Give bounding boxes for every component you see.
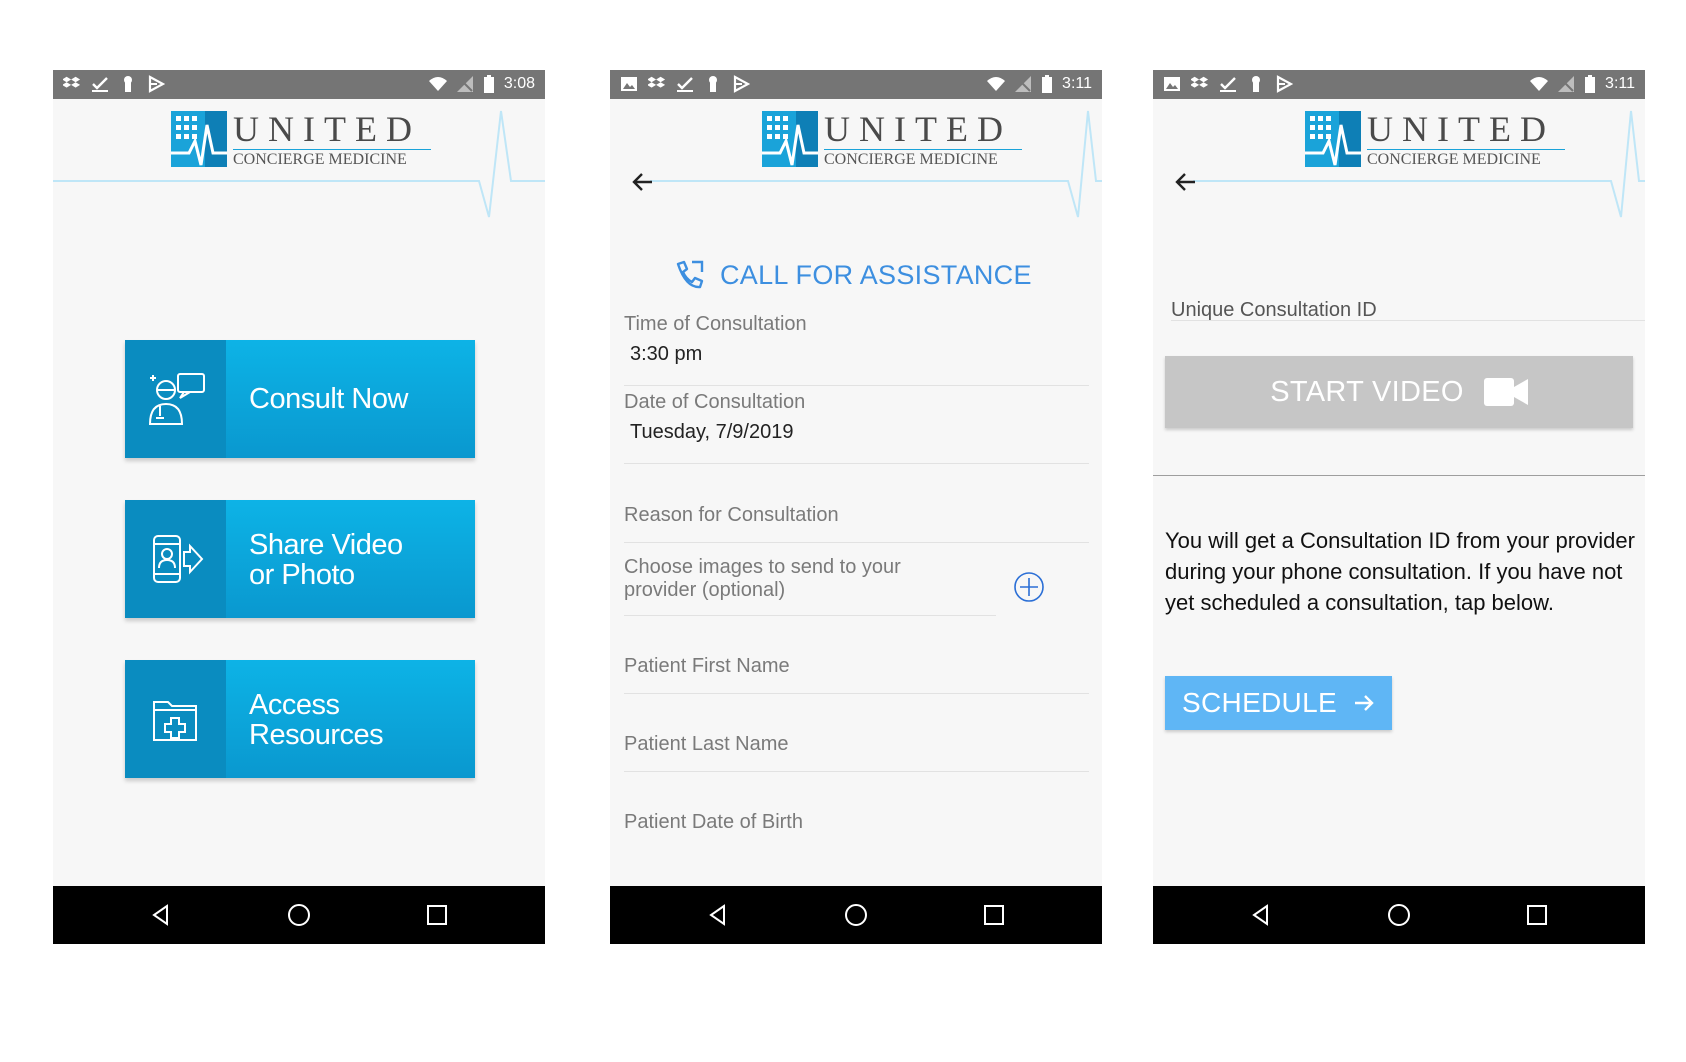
share-video-label: Share Video or Photo (249, 529, 403, 591)
keyhole-icon (124, 76, 132, 92)
choose-images-field[interactable]: Choose images to send to your provider (… (624, 556, 901, 602)
phone-video-share-icon (153, 535, 204, 583)
checklist-icon (92, 77, 108, 92)
dropbox-icon (63, 76, 81, 88)
no-signal-icon (1558, 76, 1575, 92)
section-divider (1153, 475, 1645, 476)
logo-mark (171, 111, 227, 167)
images-field-underline (624, 615, 996, 616)
phone-screen-home: 3:08 UNITED CONCIERGE MEDICINE Consult N… (53, 70, 545, 944)
status-time: 3:11 (1605, 75, 1635, 92)
patient-first-name-field[interactable]: Patient First Name (624, 654, 790, 678)
patient-last-name-field[interactable]: Patient Last Name (624, 732, 789, 756)
back-nav-icon[interactable] (706, 903, 730, 927)
medical-folder-icon (153, 701, 197, 741)
consult-now-label: Consult Now (249, 383, 408, 415)
play-store-icon (1276, 75, 1293, 93)
battery-icon (1042, 75, 1053, 93)
brand-subtitle: CONCIERGE MEDICINE (233, 151, 407, 168)
date-of-consultation-value[interactable]: Tuesday, 7/9/2019 (630, 420, 793, 444)
consult-now-button[interactable]: Consult Now (125, 340, 475, 458)
schedule-button[interactable]: SCHEDULE (1165, 676, 1392, 730)
keyhole-icon (1252, 76, 1260, 92)
wifi-icon (1530, 77, 1549, 91)
back-arrow-icon[interactable] (1173, 169, 1199, 195)
back-arrow-icon[interactable] (630, 169, 656, 195)
image-icon (621, 77, 637, 91)
reason-for-consultation-field[interactable]: Reason for Consultation (624, 503, 839, 527)
date-field-underline (624, 463, 1089, 464)
android-nav-bar (610, 886, 1102, 944)
schedule-label: SCHEDULE (1182, 687, 1337, 718)
no-signal-icon (456, 76, 473, 92)
start-video-button[interactable]: START VIDEO (1165, 356, 1633, 428)
consultation-id-field[interactable]: Unique Consultation ID (1171, 298, 1377, 322)
call-for-assistance-link[interactable]: CALL FOR ASSISTANCE (672, 258, 1032, 292)
status-bar: 3:08 (53, 70, 545, 99)
brand-header: UNITED CONCIERGE MEDICINE (610, 99, 1102, 229)
arrow-right-icon (1354, 695, 1374, 711)
home-nav-icon[interactable] (1387, 903, 1411, 927)
android-nav-bar (1153, 886, 1645, 944)
play-store-icon (733, 75, 750, 93)
play-store-icon (148, 75, 165, 93)
time-field-underline (624, 385, 1089, 386)
home-nav-icon[interactable] (844, 903, 868, 927)
recents-nav-icon[interactable] (1525, 903, 1549, 927)
status-time: 3:11 (1062, 75, 1092, 92)
back-nav-icon[interactable] (1249, 903, 1273, 927)
add-image-icon[interactable] (1013, 571, 1045, 603)
logo-mark (762, 111, 818, 167)
access-resources-label: Access Resources (249, 689, 384, 751)
status-bar: 3:11 (610, 70, 1102, 99)
dropbox-icon (648, 76, 666, 88)
status-bar: 3:11 (1153, 70, 1645, 99)
time-of-consultation-value[interactable]: 3:30 pm (630, 342, 702, 366)
brand-subtitle: CONCIERGE MEDICINE (1367, 151, 1541, 168)
brand-header: UNITED CONCIERGE MEDICINE (1153, 99, 1645, 229)
brand-title: UNITED (1367, 109, 1555, 149)
call-for-assistance-label: CALL FOR ASSISTANCE (720, 260, 1032, 290)
phone-screen-start-video: 3:11 UNITED CONCIERGE MEDICINE Unique Co… (1153, 70, 1645, 944)
patient-dob-field[interactable]: Patient Date of Birth (624, 810, 803, 834)
battery-icon (1585, 75, 1596, 93)
time-of-consultation-label: Time of Consultation (624, 313, 807, 335)
checklist-icon (677, 77, 693, 92)
access-resources-button[interactable]: Access Resources (125, 660, 475, 778)
recents-nav-icon[interactable] (425, 903, 449, 927)
brand-subtitle: CONCIERGE MEDICINE (824, 151, 998, 168)
share-video-button[interactable]: Share Video or Photo (125, 500, 475, 618)
first-name-underline (624, 693, 1089, 694)
no-signal-icon (1015, 76, 1032, 92)
wifi-icon (987, 77, 1006, 91)
dropbox-icon (1191, 76, 1209, 88)
phone-call-icon (676, 260, 704, 289)
back-nav-icon[interactable] (149, 903, 173, 927)
start-video-label: START VIDEO (1270, 375, 1464, 408)
phone-screen-call-form: 3:11 UNITED CONCIERGE MEDICINE CALL FOR … (610, 70, 1102, 944)
battery-icon (483, 75, 494, 93)
reason-field-underline (624, 542, 1089, 543)
brand-title: UNITED (824, 109, 1012, 149)
brand-title: UNITED (233, 109, 421, 149)
doctor-chat-icon (148, 373, 205, 425)
keyhole-icon (709, 76, 717, 92)
image-icon (1164, 77, 1180, 91)
status-time: 3:08 (503, 75, 535, 92)
date-of-consultation-label: Date of Consultation (624, 391, 806, 413)
consultation-id-underline (1171, 320, 1645, 321)
android-nav-bar (53, 886, 545, 944)
logo-mark (1305, 111, 1361, 167)
video-camera-icon (1483, 378, 1528, 406)
consultation-info-text: You will get a Consultation ID from your… (1165, 528, 1635, 615)
home-nav-icon[interactable] (287, 903, 311, 927)
checklist-icon (1220, 77, 1236, 92)
wifi-icon (428, 77, 447, 91)
last-name-underline (624, 771, 1089, 772)
recents-nav-icon[interactable] (982, 903, 1006, 927)
brand-header: UNITED CONCIERGE MEDICINE (53, 99, 545, 229)
